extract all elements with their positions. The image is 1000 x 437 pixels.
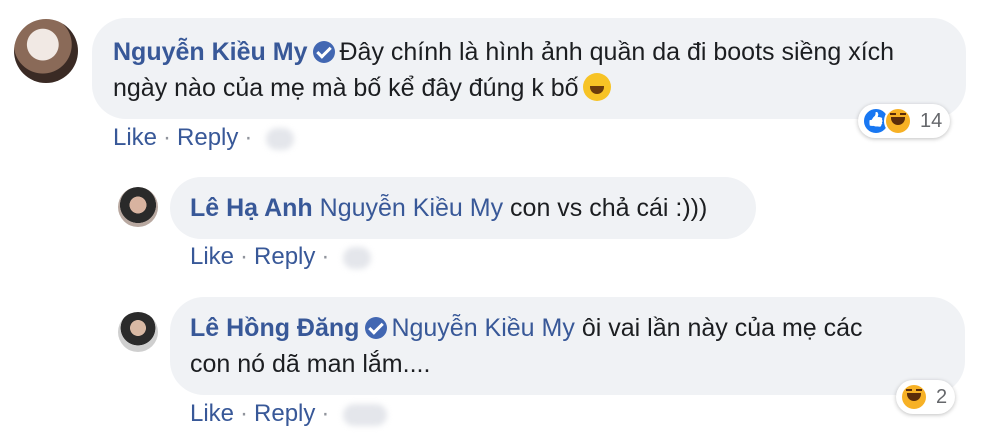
comment-text: Đây chính là hình ảnh quần da đi boots s… <box>339 38 895 66</box>
separator: · <box>240 400 249 427</box>
comment-text: ngày nào của mẹ mà bố kể đây đúng k bố <box>113 74 579 102</box>
comment-text: con vs chả cái :))) <box>510 194 708 222</box>
like-link[interactable]: Like <box>190 400 234 427</box>
comment-line-2: con nó dã man lắm.... <box>190 349 430 379</box>
mention-link[interactable]: Nguyễn Kiều My <box>320 194 503 222</box>
reaction-count: 2 <box>936 385 948 408</box>
haha-reaction-icon <box>900 383 928 411</box>
reaction-summary[interactable]: 2 <box>896 380 956 414</box>
laughing-emoji-icon <box>582 73 611 101</box>
comment-line-1: Nguyễn Kiều My Đây chính là hình ảnh quần… <box>113 37 894 67</box>
comment-text: ôi vai lần này của mẹ các <box>581 314 863 342</box>
avatar[interactable] <box>14 19 78 83</box>
separator: · <box>240 243 249 270</box>
reply-link[interactable]: Reply <box>254 243 315 270</box>
like-link[interactable]: Like <box>113 124 157 151</box>
avatar[interactable] <box>118 312 158 352</box>
separator: · <box>244 124 253 151</box>
verified-badge-icon <box>365 317 388 339</box>
comment-line-1: Lê Hồng Đăng Nguyễn Kiều My ôi vai lần nà… <box>190 313 863 343</box>
author-name[interactable]: Lê Hạ Anh <box>190 194 313 222</box>
separator: · <box>321 243 330 270</box>
comment-bubble <box>170 297 965 395</box>
comment-bubble <box>92 18 966 119</box>
reply-link[interactable]: Reply <box>254 400 315 427</box>
comment-line-1: Lê Hạ Anh Nguyễn Kiều My con vs chả cái … <box>190 193 707 223</box>
like-link[interactable]: Like <box>190 243 234 270</box>
timestamp-redacted <box>266 127 295 150</box>
reaction-count: 14 <box>920 109 943 132</box>
reaction-summary[interactable]: 14 <box>858 104 951 138</box>
reply-link[interactable]: Reply <box>177 124 238 151</box>
avatar[interactable] <box>118 187 158 227</box>
verified-badge-icon <box>313 41 336 63</box>
timestamp-redacted <box>343 403 388 426</box>
separator: · <box>321 400 330 427</box>
comment-actions: Like · Reply · <box>190 400 388 428</box>
author-name[interactable]: Lê Hồng Đăng <box>190 314 359 342</box>
comment-actions: Like · Reply · <box>113 124 295 152</box>
comment-text: con nó dã man lắm.... <box>190 350 431 378</box>
author-name[interactable]: Nguyễn Kiều My <box>113 38 307 66</box>
mention-link[interactable]: Nguyễn Kiều My <box>391 314 574 342</box>
comment-line-2: ngày nào của mẹ mà bố kể đây đúng k bố <box>113 73 611 103</box>
timestamp-redacted <box>343 246 372 269</box>
separator: · <box>163 124 172 151</box>
comment-actions: Like · Reply · <box>190 243 372 271</box>
haha-reaction-icon <box>884 107 912 135</box>
